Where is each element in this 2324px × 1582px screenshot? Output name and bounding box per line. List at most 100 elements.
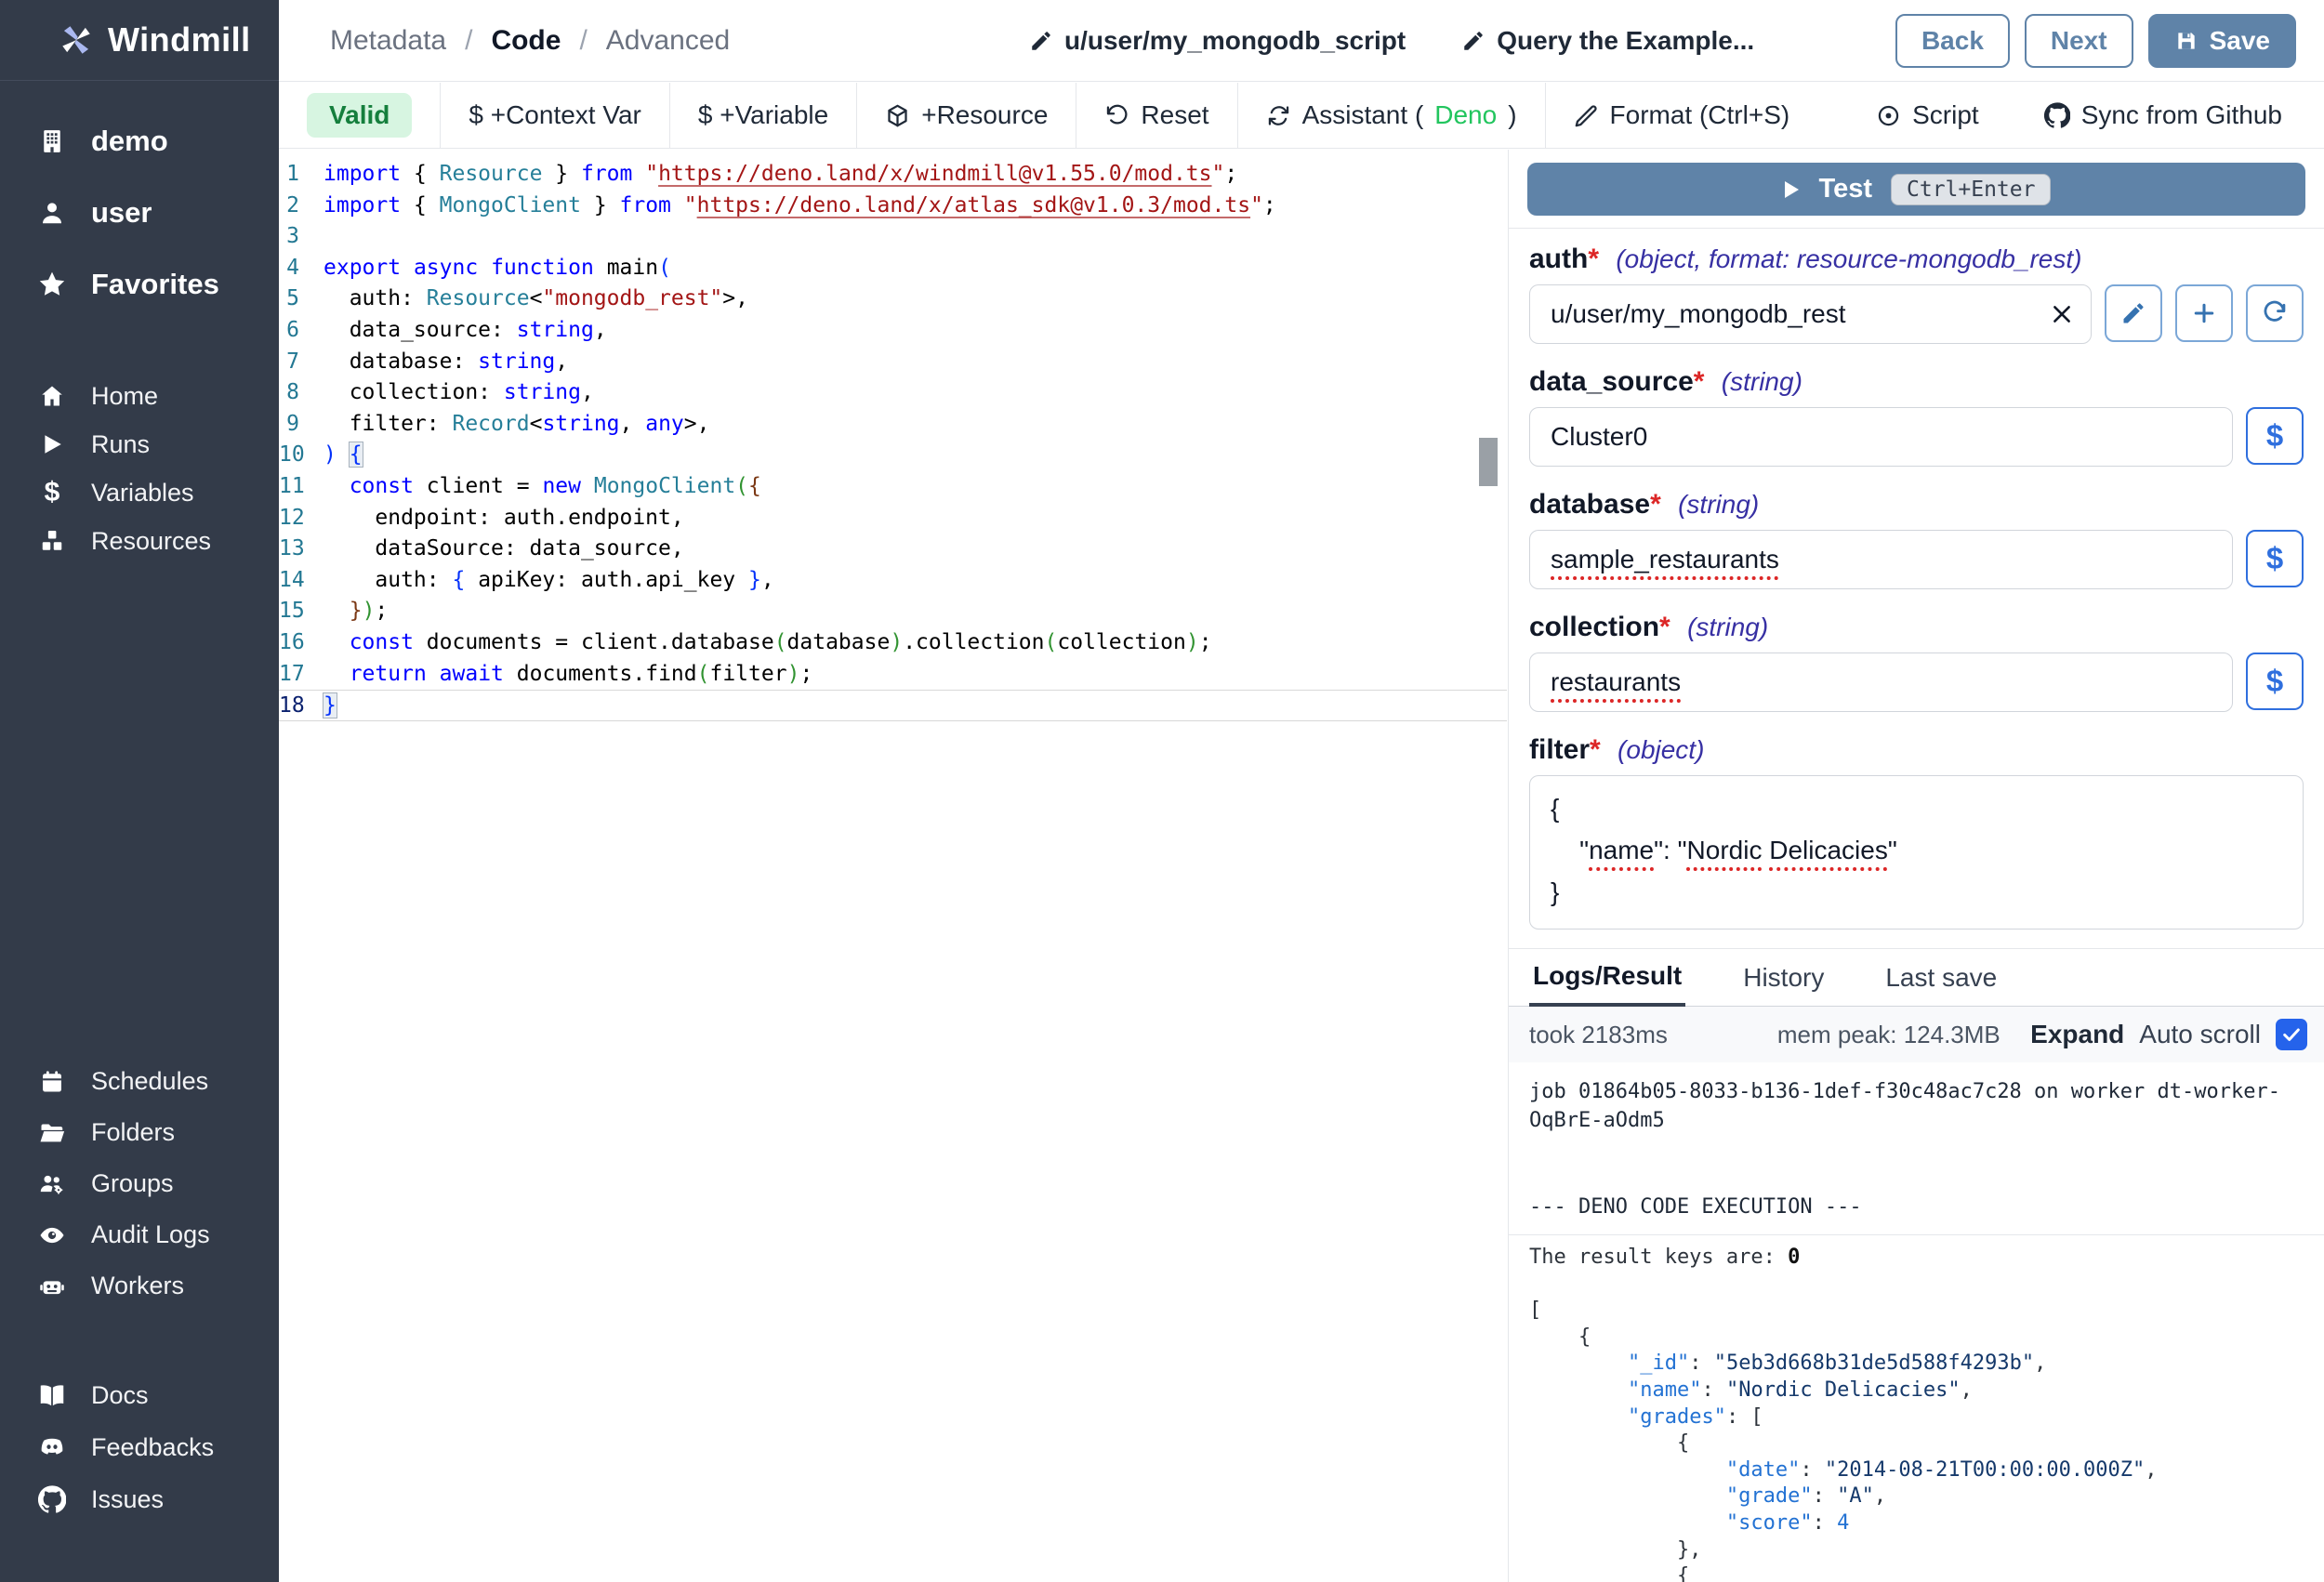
package-icon bbox=[885, 103, 910, 128]
tab-advanced[interactable]: Advanced bbox=[606, 25, 730, 57]
save-icon bbox=[2174, 29, 2199, 53]
sync-from-github-button[interactable]: Sync from Github bbox=[2044, 100, 2282, 130]
folders-label: Folders bbox=[91, 1118, 175, 1147]
schedules-label: Schedules bbox=[91, 1067, 208, 1096]
database-var-button[interactable]: $ bbox=[2246, 530, 2304, 587]
refresh-cw-icon bbox=[1266, 103, 1291, 128]
code-line: 6 data_source: string, bbox=[279, 315, 1507, 347]
sidebar-nav-primary: Home Runs $ Variables Resources bbox=[0, 372, 279, 565]
field-label-database: database* (string) bbox=[1529, 489, 2304, 521]
sidebar-item-audit-logs[interactable]: Audit Logs bbox=[0, 1209, 279, 1260]
expand-button[interactable]: Expand bbox=[2030, 1020, 2124, 1049]
format-button[interactable]: Format (Ctrl+S) bbox=[1545, 83, 1818, 148]
clear-icon[interactable] bbox=[2050, 302, 2074, 326]
folder-icon bbox=[35, 1119, 69, 1147]
result-line: { bbox=[1529, 1325, 2304, 1351]
robot-icon bbox=[35, 1272, 69, 1300]
eye-icon bbox=[35, 1221, 69, 1249]
field-type-note: (string) bbox=[1687, 613, 1768, 641]
plus-icon bbox=[2191, 300, 2217, 326]
header: Metadata / Code / Advanced u/user/my_mon… bbox=[279, 0, 2324, 82]
app-logo[interactable]: Windmill bbox=[0, 0, 279, 81]
sidebar-item-docs[interactable]: Docs bbox=[0, 1369, 279, 1421]
edit-resource-button[interactable] bbox=[2105, 284, 2162, 342]
add-resource-button[interactable] bbox=[2175, 284, 2233, 342]
code-line: 9 filter: Record<string, any>, bbox=[279, 409, 1507, 441]
add-variable-button[interactable]: $ +Variable bbox=[669, 83, 856, 148]
test-button[interactable]: Test Ctrl+Enter bbox=[1527, 163, 2305, 216]
sidebar-item-runs[interactable]: Runs bbox=[0, 420, 279, 468]
sidebar-item-folders[interactable]: Folders bbox=[0, 1107, 279, 1158]
mem-peak: mem peak: 124.3MB bbox=[1777, 1021, 2000, 1049]
sidebar-item-schedules[interactable]: Schedules bbox=[0, 1056, 279, 1107]
sidebar-item-workspace[interactable]: demo bbox=[0, 105, 279, 177]
field-type-note: (object) bbox=[1618, 735, 1704, 764]
script-path[interactable]: u/user/my_mongodb_script bbox=[1029, 26, 1406, 56]
tab-logs-result[interactable]: Logs/Result bbox=[1529, 949, 1685, 1007]
result-line: [ bbox=[1529, 1298, 2304, 1325]
script-kind-button[interactable]: Script bbox=[1876, 100, 1979, 130]
tab-last-save[interactable]: Last save bbox=[1882, 949, 2000, 1006]
tab-metadata[interactable]: Metadata bbox=[330, 25, 446, 57]
filter-json-editor[interactable]: { "name": "Nordic Delicacies"} bbox=[1529, 775, 2304, 929]
play-icon bbox=[1782, 178, 1801, 201]
sidebar-item-variables[interactable]: $ Variables bbox=[0, 468, 279, 517]
sidebar-nav-help: Docs Feedbacks Issues bbox=[0, 1369, 279, 1525]
script-summary[interactable]: Query the Example... bbox=[1461, 26, 1754, 56]
sidebar-item-user[interactable]: user bbox=[0, 177, 279, 248]
header-actions: Back Next Save bbox=[1895, 14, 2296, 68]
result-line: The result keys are: 0 bbox=[1529, 1245, 2304, 1272]
autoscroll-checkbox[interactable] bbox=[2276, 1019, 2307, 1050]
pencil-icon bbox=[1029, 29, 1053, 53]
sidebar-item-groups[interactable]: Groups bbox=[0, 1158, 279, 1209]
sidebar-item-resources[interactable]: Resources bbox=[0, 517, 279, 565]
breadcrumb-separator: / bbox=[579, 25, 587, 57]
data-source-var-button[interactable]: $ bbox=[2246, 407, 2304, 465]
add-resource-button[interactable]: +Resource bbox=[856, 83, 1076, 148]
sidebar-item-favorites[interactable]: Favorites bbox=[0, 248, 279, 320]
assistant-language: Deno bbox=[1434, 100, 1497, 130]
assistant-button[interactable]: Assistant (Deno) bbox=[1237, 83, 1545, 148]
editor-scrollbar[interactable] bbox=[1477, 150, 1499, 1582]
editor-toolbar: Valid $ +Context Var $ +Variable +Resour… bbox=[279, 83, 2324, 149]
code-editor[interactable]: 1import { Resource } from "https://deno.… bbox=[279, 150, 1507, 1582]
back-button[interactable]: Back bbox=[1895, 14, 2010, 68]
save-button[interactable]: Save bbox=[2148, 14, 2296, 68]
result-output: The result keys are: 0 [ { "_id": "5eb3d… bbox=[1509, 1234, 2324, 1582]
auth-resource-input[interactable]: u/user/my_mongodb_rest bbox=[1529, 284, 2092, 344]
code-line: 7 database: string, bbox=[279, 347, 1507, 378]
play-icon bbox=[35, 432, 69, 456]
field-type-note: (string) bbox=[1722, 367, 1802, 396]
code-line: 10) { bbox=[279, 440, 1507, 471]
reset-button[interactable]: Reset bbox=[1076, 83, 1236, 148]
rotate-ccw-icon bbox=[1104, 103, 1129, 128]
data-source-input[interactable]: Cluster0 bbox=[1529, 407, 2233, 467]
tab-history[interactable]: History bbox=[1739, 949, 1828, 1006]
users-gear-icon bbox=[35, 1170, 69, 1198]
code-line: 5 auth: Resource<"mongodb_rest">, bbox=[279, 283, 1507, 315]
field-label-auth: auth* (object, format: resource-mongodb_… bbox=[1529, 244, 2304, 275]
result-line: }, bbox=[1529, 1537, 2304, 1564]
collection-input[interactable]: restaurants bbox=[1529, 653, 2233, 712]
circle-dot-icon bbox=[1876, 103, 1901, 128]
sidebar-item-workers[interactable]: Workers bbox=[0, 1260, 279, 1312]
sidebar-item-issues[interactable]: Issues bbox=[0, 1473, 279, 1525]
next-button[interactable]: Next bbox=[2025, 14, 2133, 68]
collection-var-button[interactable]: $ bbox=[2246, 653, 2304, 710]
job-logs: job 01864b05-8033-b136-1def-f30c48ac7c28… bbox=[1509, 1062, 2324, 1234]
sidebar-item-home[interactable]: Home bbox=[0, 372, 279, 420]
result-line bbox=[1529, 1272, 2304, 1299]
tab-code[interactable]: Code bbox=[491, 25, 561, 57]
code-line: 14 auth: { apiKey: auth.api_key }, bbox=[279, 565, 1507, 597]
add-context-var-button[interactable]: $ +Context Var bbox=[440, 83, 668, 148]
sidebar: Windmill demo user Favorites bbox=[0, 0, 279, 1582]
workers-label: Workers bbox=[91, 1272, 184, 1300]
pencil-icon bbox=[1461, 29, 1486, 53]
sidebar-item-feedbacks[interactable]: Feedbacks bbox=[0, 1421, 279, 1473]
issues-label: Issues bbox=[91, 1485, 164, 1514]
code-line: 8 collection: string, bbox=[279, 377, 1507, 409]
scrollbar-thumb[interactable] bbox=[1479, 438, 1498, 486]
windmill-logo-icon bbox=[59, 20, 93, 60]
refresh-resource-button[interactable] bbox=[2246, 284, 2304, 342]
database-input[interactable]: sample_restaurants bbox=[1529, 530, 2233, 589]
